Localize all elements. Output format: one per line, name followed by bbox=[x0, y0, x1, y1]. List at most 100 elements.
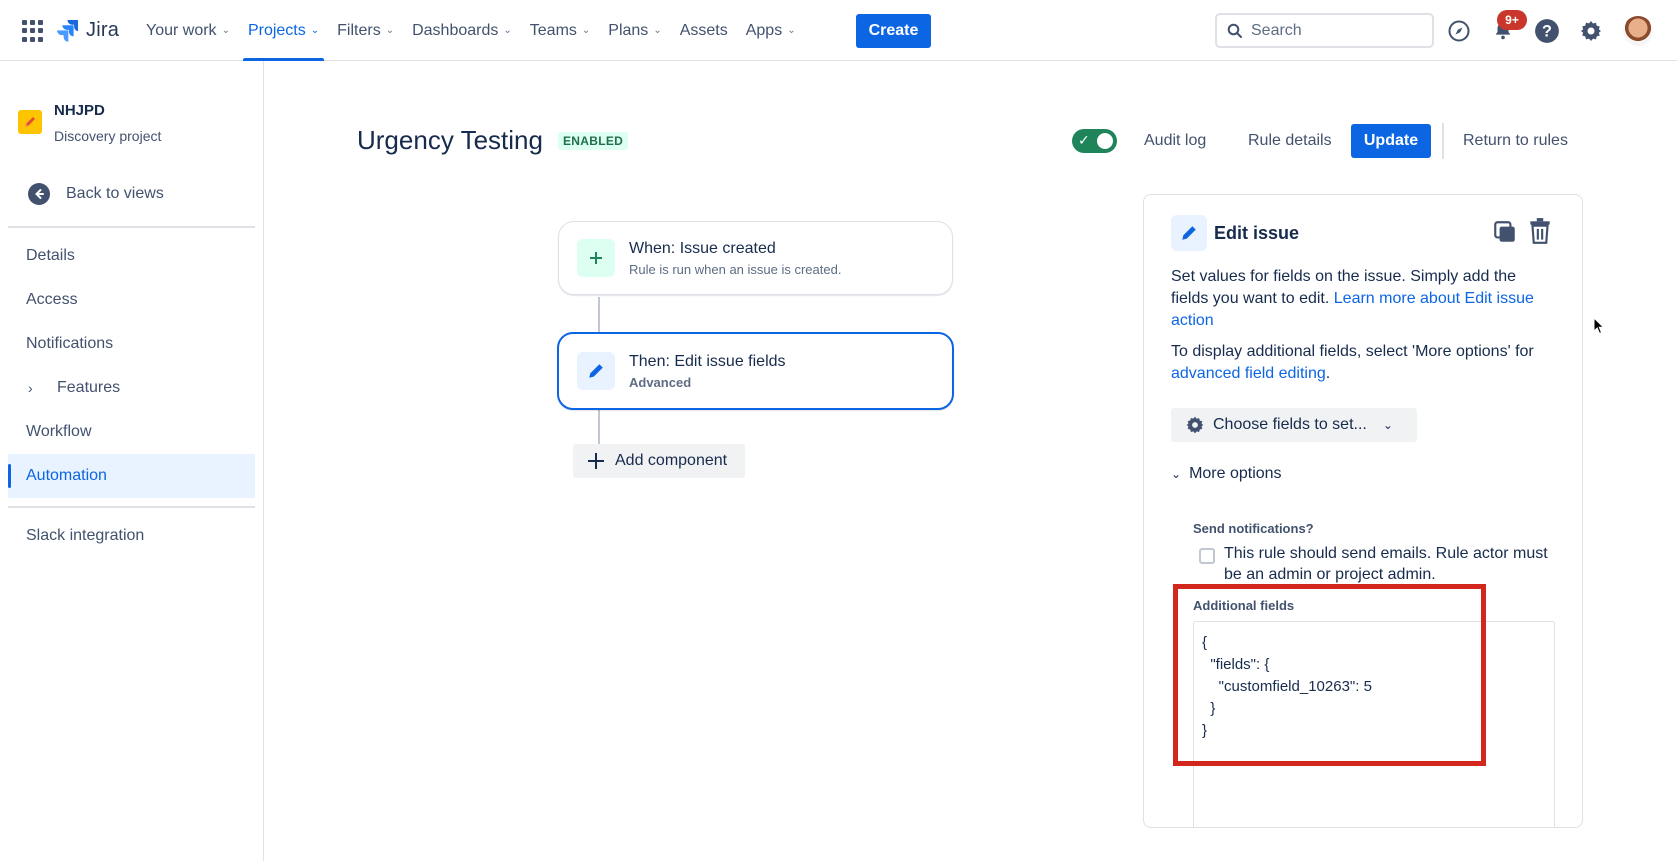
plus-icon bbox=[577, 239, 615, 277]
project-type: Discovery project bbox=[54, 128, 162, 144]
chevron-down-icon: ⌄ bbox=[653, 25, 662, 36]
top-navigation: Jira Your work ⌄ Projects ⌄ Filters ⌄ Dashb… bbox=[0, 0, 1677, 61]
sidebar-item-label: Automation bbox=[26, 467, 107, 484]
sidebar-item-workflow[interactable]: Workflow bbox=[8, 410, 255, 454]
chevron-down-icon: ⌄ bbox=[221, 25, 230, 36]
svg-text:?: ? bbox=[1542, 22, 1552, 40]
sidebar-divider bbox=[8, 226, 255, 228]
rule-details-button[interactable]: Rule details bbox=[1238, 124, 1342, 158]
nav-label: Teams bbox=[529, 21, 577, 39]
sidebar-item-notifications[interactable]: Notifications bbox=[8, 322, 255, 366]
panel-description-2: To display additional fields, select 'Mo… bbox=[1171, 341, 1556, 385]
jira-logo-icon bbox=[57, 20, 78, 42]
back-to-views-link[interactable]: Back to views bbox=[28, 183, 164, 205]
send-notifications-label: Send notifications? bbox=[1193, 521, 1314, 536]
mouse-cursor-icon bbox=[1593, 317, 1605, 335]
sidebar-item-label: Notifications bbox=[26, 335, 114, 352]
nav-label: Projects bbox=[247, 21, 306, 39]
sidebar-item-features[interactable]: › Features bbox=[8, 366, 255, 410]
nav-label: Dashboards bbox=[412, 21, 499, 39]
app-switcher-icon[interactable] bbox=[22, 20, 44, 42]
description-end: . bbox=[1325, 365, 1331, 382]
chevron-down-icon: ⌄ bbox=[1382, 418, 1393, 432]
search-box[interactable] bbox=[1215, 13, 1434, 48]
logo-text: Jira bbox=[86, 18, 120, 41]
trash-icon[interactable] bbox=[1527, 217, 1553, 250]
nav-label: Filters bbox=[337, 21, 381, 39]
chevron-down-icon: ⌄ bbox=[310, 25, 320, 36]
compass-icon[interactable] bbox=[1446, 18, 1472, 44]
notification-badge: 9+ bbox=[1497, 10, 1527, 30]
nav-projects[interactable]: Projects ⌄ bbox=[239, 0, 328, 61]
chevron-right-icon[interactable]: › bbox=[28, 380, 33, 396]
flow-connector bbox=[598, 297, 600, 333]
sidebar-divider bbox=[8, 506, 255, 508]
sidebar-item-automation[interactable]: Automation bbox=[8, 454, 255, 498]
nav-plans[interactable]: Plans ⌄ bbox=[599, 0, 670, 61]
action-title: Then: Edit issue fields bbox=[629, 352, 786, 370]
rule-enabled-toggle[interactable]: ✓ bbox=[1072, 129, 1117, 153]
chevron-down-icon: ⌄ bbox=[787, 25, 796, 36]
sidebar-item-access[interactable]: Access bbox=[8, 278, 255, 322]
nav-assets[interactable]: Assets bbox=[671, 0, 737, 61]
nav-apps[interactable]: Apps ⌄ bbox=[737, 0, 805, 61]
action-card[interactable]: Then: Edit issue fields Advanced bbox=[557, 332, 954, 410]
settings-gear-icon[interactable] bbox=[1578, 18, 1604, 44]
trigger-title: When: Issue created bbox=[629, 239, 776, 257]
nav-filters[interactable]: Filters ⌄ bbox=[328, 0, 403, 61]
update-button[interactable]: Update bbox=[1351, 124, 1431, 158]
status-badge: ENABLED bbox=[558, 132, 629, 150]
additional-fields-textarea[interactable]: { "fields": { "customfield_10263": 5 } } bbox=[1193, 621, 1555, 827]
page-title: Urgency Testing bbox=[357, 125, 543, 155]
choose-fields-dropdown[interactable]: Choose fields to set... ⌄ bbox=[1171, 408, 1417, 442]
nav-teams[interactable]: Teams ⌄ bbox=[521, 0, 600, 61]
gear-icon bbox=[1186, 416, 1204, 434]
advanced-field-editing-link[interactable]: advanced field editing bbox=[1171, 365, 1326, 382]
action-subtitle: Advanced bbox=[629, 374, 692, 390]
panel-description: Set values for fields on the issue. Simp… bbox=[1171, 266, 1556, 332]
additional-fields-label: Additional fields bbox=[1193, 598, 1295, 613]
copy-icon[interactable] bbox=[1492, 219, 1518, 250]
audit-log-button[interactable]: Audit log bbox=[1134, 124, 1216, 158]
project-pencil-icon bbox=[18, 110, 42, 134]
jira-logo[interactable]: Jira bbox=[56, 18, 119, 42]
sidebar: NHJPD Discovery project Back to views De… bbox=[0, 61, 264, 861]
flow-connector bbox=[598, 409, 600, 445]
description-text: To display additional fields, select 'Mo… bbox=[1171, 343, 1534, 360]
header-divider bbox=[1442, 123, 1444, 159]
search-input[interactable] bbox=[1251, 21, 1421, 40]
pencil-icon bbox=[1171, 215, 1207, 251]
create-button[interactable]: Create bbox=[856, 14, 931, 48]
primary-nav: Your work ⌄ Projects ⌄ Filters ⌄ Dashboards… bbox=[137, 0, 805, 61]
sidebar-item-label: Slack integration bbox=[26, 527, 145, 544]
nav-label: Your work bbox=[146, 21, 217, 39]
return-to-rules-button[interactable]: Return to rules bbox=[1453, 124, 1578, 158]
sidebar-item-label: Features bbox=[57, 379, 121, 396]
nav-label: Assets bbox=[679, 21, 728, 39]
add-component-label: Add component bbox=[615, 452, 728, 469]
sidebar-item-label: Details bbox=[26, 247, 75, 264]
panel-title: Edit issue bbox=[1214, 223, 1300, 243]
more-options-toggle[interactable]: ⌄ More options bbox=[1171, 465, 1282, 483]
pencil-icon bbox=[577, 352, 615, 390]
help-icon[interactable]: ? bbox=[1534, 18, 1560, 44]
choose-fields-label: Choose fields to set... bbox=[1213, 416, 1367, 433]
send-notifications-checkbox[interactable] bbox=[1199, 548, 1215, 564]
sidebar-item-details[interactable]: Details bbox=[8, 234, 255, 278]
avatar[interactable] bbox=[1623, 16, 1653, 46]
add-component-button[interactable]: Add component bbox=[573, 444, 745, 478]
project-name: NHJPD bbox=[54, 102, 105, 119]
nav-label: Plans bbox=[608, 21, 649, 39]
chevron-down-icon: ⌄ bbox=[385, 25, 395, 36]
project-header: NHJPD Discovery project bbox=[18, 102, 161, 144]
nav-your-work[interactable]: Your work ⌄ bbox=[137, 0, 239, 61]
nav-label: Apps bbox=[745, 21, 783, 39]
plus-icon bbox=[588, 453, 604, 469]
sidebar-item-slack-integration[interactable]: Slack integration bbox=[8, 514, 255, 558]
edit-issue-panel: Edit issue Set values for fields on the … bbox=[1143, 194, 1583, 828]
trigger-card[interactable]: When: Issue created Rule is run when an … bbox=[558, 221, 953, 295]
sidebar-item-label: Workflow bbox=[26, 423, 92, 440]
chevron-down-icon: ⌄ bbox=[581, 25, 591, 36]
nav-dashboards[interactable]: Dashboards ⌄ bbox=[403, 0, 521, 61]
back-to-views-label: Back to views bbox=[66, 185, 164, 202]
